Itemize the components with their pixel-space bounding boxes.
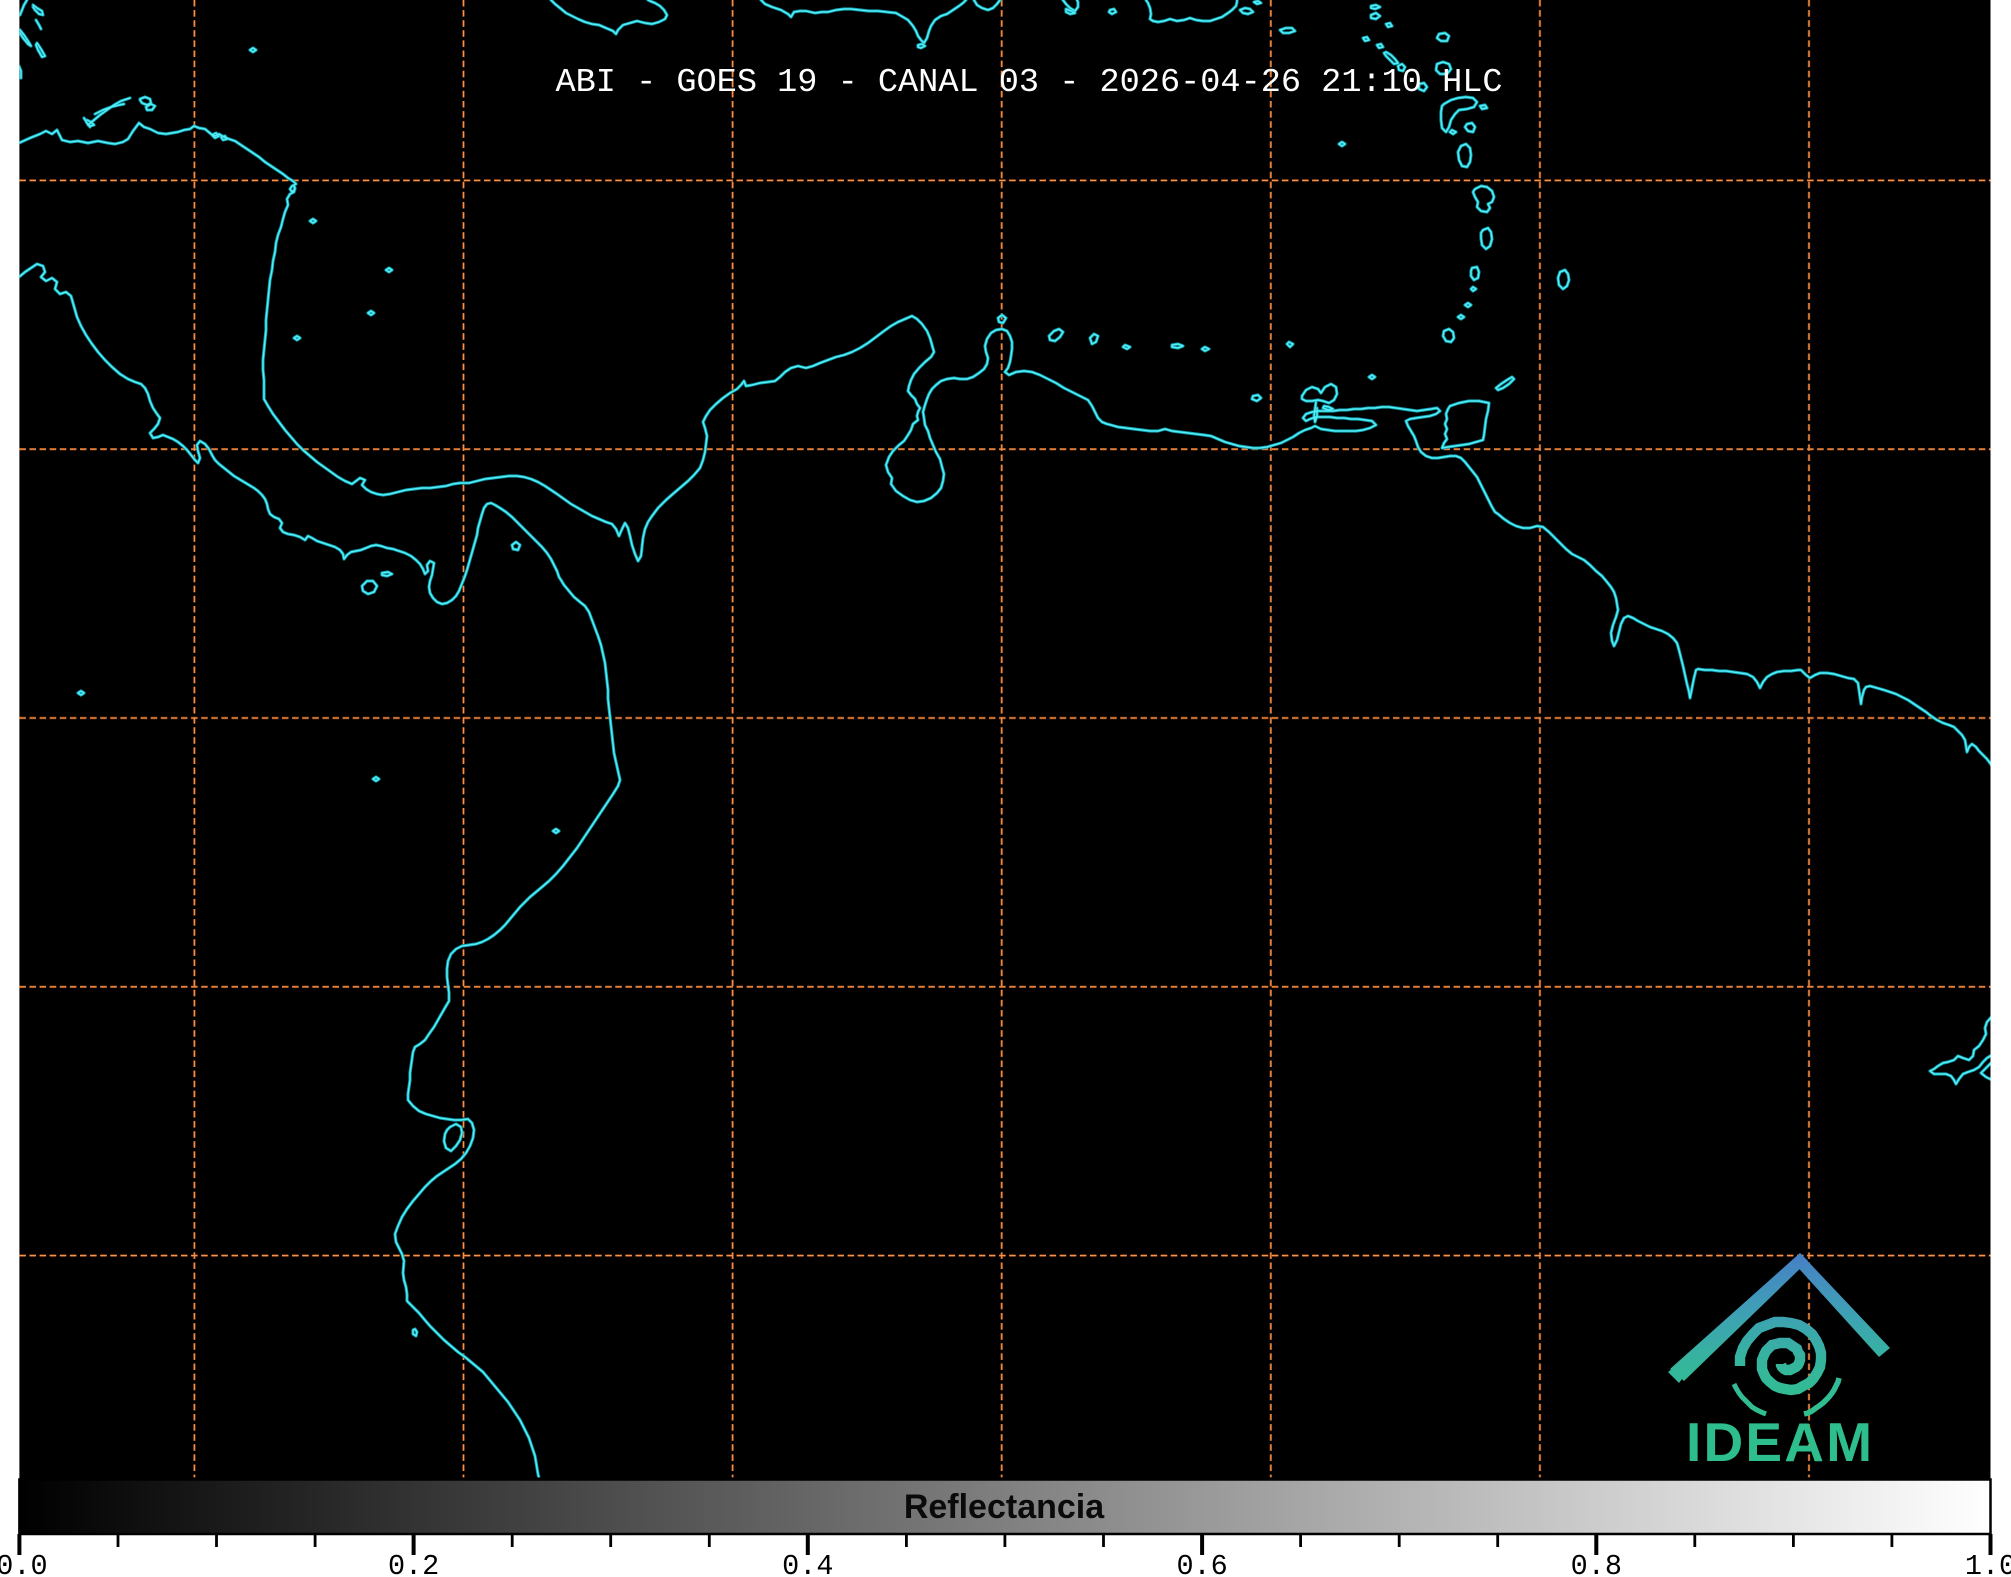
- svg-text:0.0: 0.0: [0, 1550, 48, 1577]
- svg-text:0.6: 0.6: [1176, 1550, 1227, 1577]
- svg-text:ABI - GOES 19 - CANAL 03 - 202: ABI - GOES 19 - CANAL 03 - 2026-04-26 21…: [555, 64, 1502, 102]
- svg-text:Reflectancia: Reflectancia: [904, 1488, 1105, 1526]
- svg-text:0.4: 0.4: [782, 1550, 833, 1577]
- svg-text:0.8: 0.8: [1571, 1550, 1622, 1577]
- svg-text:1.0: 1.0: [1965, 1550, 2011, 1577]
- svg-text:0.2: 0.2: [388, 1550, 439, 1577]
- svg-text:IDEAM: IDEAM: [1686, 1411, 1874, 1473]
